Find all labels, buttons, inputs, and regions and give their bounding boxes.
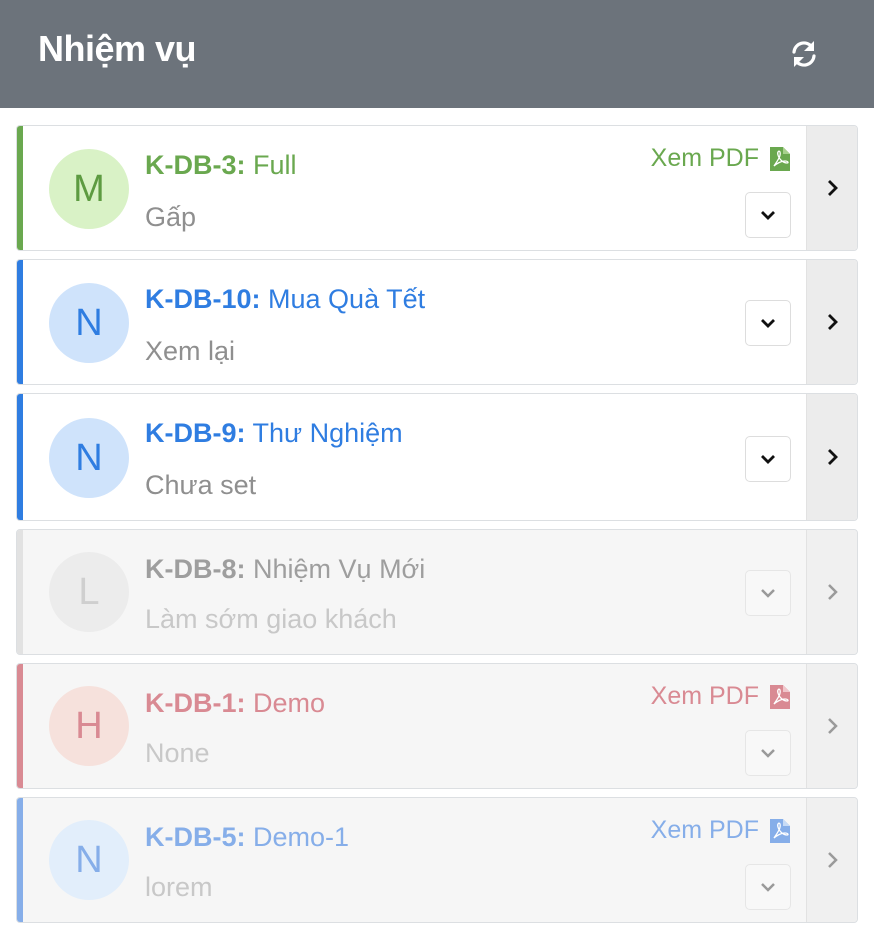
task-dropdown-button[interactable] [745, 864, 791, 910]
task-status: Gấp [145, 202, 197, 232]
task-stripe [17, 126, 23, 250]
task-stripe [17, 798, 23, 922]
task-stripe [17, 394, 23, 520]
avatar: N [49, 820, 129, 900]
view-pdf-link[interactable]: Xem PDF [651, 682, 791, 711]
open-task-button[interactable] [806, 260, 857, 384]
open-task-button[interactable] [806, 394, 857, 520]
task-code: K-DB-1: [145, 688, 246, 718]
avatar: L [49, 552, 129, 632]
task-card[interactable]: N K-DB-10: Mua Quà Tết Xem lại [16, 259, 858, 385]
task-dropdown-button[interactable] [745, 300, 791, 346]
task-status: Chưa set [145, 470, 257, 500]
task-card[interactable]: M K-DB-3: Full Gấp Xem PDF [16, 125, 858, 251]
pdf-file-icon [770, 818, 790, 843]
task-name: Mua Quà Tết [268, 284, 426, 314]
task-code: K-DB-9: [145, 418, 246, 448]
task-code: K-DB-10: [145, 284, 261, 314]
task-stripe [17, 530, 23, 654]
task-dropdown-button[interactable] [745, 436, 791, 482]
task-status: Làm sớm giao khách [145, 604, 397, 634]
task-card[interactable]: H K-DB-1: Demo None Xem PDF [16, 663, 858, 789]
task-title: K-DB-3: Full [145, 150, 297, 181]
chevron-down-icon [761, 589, 775, 598]
chevron-right-icon [828, 718, 838, 734]
chevron-down-icon [761, 319, 775, 328]
open-task-button[interactable] [806, 798, 857, 922]
header-bar: Nhiệm vụ [0, 0, 874, 108]
task-code: K-DB-3: [145, 150, 246, 180]
chevron-right-icon [828, 180, 838, 196]
pdf-file-icon [770, 146, 790, 171]
task-card[interactable]: N K-DB-9: Thư Nghiệm Chưa set [16, 393, 858, 521]
open-task-button[interactable] [806, 530, 857, 654]
view-pdf-link[interactable]: Xem PDF [651, 816, 791, 845]
chevron-down-icon [761, 455, 775, 464]
task-card[interactable]: L K-DB-8: Nhiệm Vụ Mới Làm sớm giao khác… [16, 529, 858, 655]
chevron-right-icon [828, 314, 838, 330]
view-pdf-link[interactable]: Xem PDF [651, 144, 791, 173]
task-title: K-DB-8: Nhiệm Vụ Mới [145, 554, 425, 585]
task-status: None [145, 738, 210, 768]
avatar: M [49, 149, 129, 229]
avatar: H [49, 686, 129, 766]
task-dropdown-button[interactable] [745, 192, 791, 238]
task-title: K-DB-5: Demo-1 [145, 822, 349, 853]
avatar: N [49, 418, 129, 498]
task-status: Xem lại [145, 336, 236, 366]
task-name: Full [253, 150, 297, 180]
chevron-right-icon [828, 449, 838, 465]
task-name: Demo-1 [253, 822, 350, 852]
task-code: K-DB-8: [145, 554, 246, 584]
task-name: Nhiệm Vụ Mới [253, 554, 426, 584]
task-stripe [17, 260, 23, 384]
avatar: N [49, 283, 129, 363]
open-task-button[interactable] [806, 664, 857, 788]
task-name: Thư Nghiệm [252, 418, 403, 448]
pdf-file-icon [770, 684, 790, 709]
refresh-button[interactable] [780, 30, 828, 78]
chevron-right-icon [828, 584, 838, 600]
refresh-icon [792, 41, 816, 67]
view-pdf-label: Xem PDF [650, 816, 759, 844]
task-dropdown-button[interactable] [745, 570, 791, 616]
task-code: K-DB-5: [145, 822, 246, 852]
view-pdf-label: Xem PDF [650, 682, 759, 710]
task-status: lorem [145, 872, 213, 902]
open-task-button[interactable] [806, 126, 857, 250]
chevron-down-icon [761, 749, 775, 758]
chevron-down-icon [761, 211, 775, 220]
task-card[interactable]: N K-DB-5: Demo-1 lorem Xem PDF [16, 797, 858, 923]
task-dropdown-button[interactable] [745, 730, 791, 776]
task-name: Demo [253, 688, 326, 718]
chevron-down-icon [761, 883, 775, 892]
view-pdf-label: Xem PDF [650, 144, 759, 172]
task-stripe [17, 664, 23, 788]
page-title: Nhiệm vụ [38, 28, 197, 69]
chevron-right-icon [828, 852, 838, 868]
task-title: K-DB-9: Thư Nghiệm [145, 418, 403, 449]
task-title: K-DB-10: Mua Quà Tết [145, 284, 425, 315]
task-title: K-DB-1: Demo [145, 688, 325, 719]
